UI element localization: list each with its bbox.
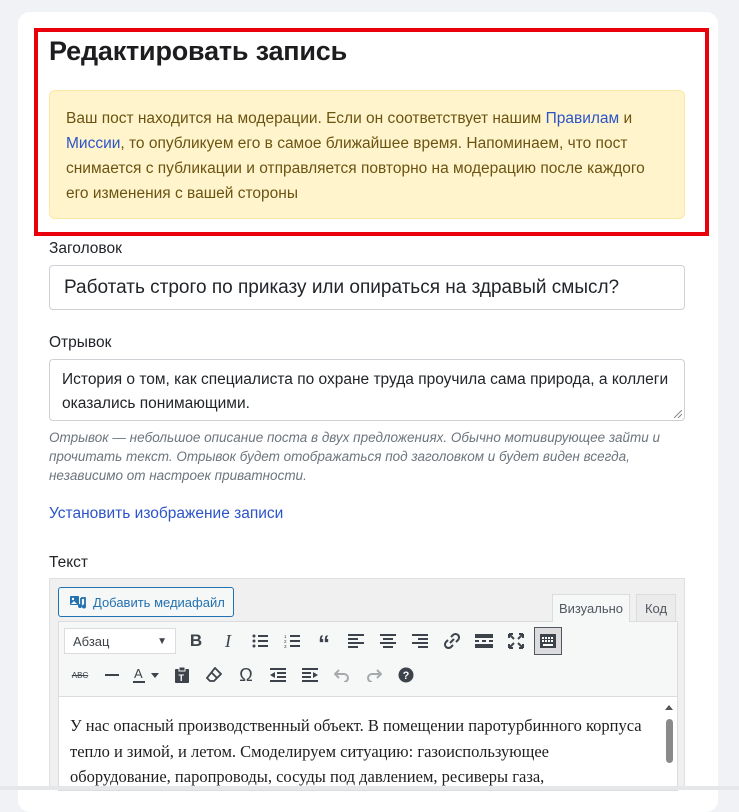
horizontal-line-icon[interactable] [96, 661, 128, 689]
indent-icon[interactable] [294, 661, 326, 689]
scroll-up-arrow-icon[interactable] [665, 705, 673, 710]
align-right-icon[interactable] [404, 627, 436, 655]
help-icon[interactable]: ? [390, 661, 422, 689]
outdent-icon[interactable] [262, 661, 294, 689]
alert-text: , то опубликуем его в самое ближайшее вр… [66, 135, 645, 202]
tab-code[interactable]: Код [636, 594, 676, 621]
text-label: Текст [49, 554, 89, 571]
svg-text:A: A [134, 666, 143, 681]
mission-link[interactable]: Миссии [66, 135, 120, 152]
add-media-button[interactable]: Добавить медиафайл [58, 587, 234, 617]
resize-grip-icon[interactable] [674, 410, 682, 418]
format-select[interactable]: Абзац ▼ [64, 628, 176, 654]
alert-text: и [619, 110, 633, 127]
svg-text:?: ? [403, 670, 410, 682]
svg-text:3: 3 [284, 644, 287, 648]
align-center-icon[interactable] [372, 627, 404, 655]
excerpt-text: История о том, как специалиста по охране… [62, 371, 669, 412]
svg-text:T: T [179, 673, 185, 683]
bullet-list-icon[interactable] [244, 627, 276, 655]
tab-visual[interactable]: Визуально [552, 594, 630, 622]
title-input[interactable]: Работать строго по приказу или опираться… [49, 265, 685, 310]
italic-icon[interactable]: I [212, 627, 244, 655]
set-featured-image-link[interactable]: Установить изображение записи [49, 505, 283, 523]
add-media-label: Добавить медиафайл [93, 594, 225, 610]
redo-icon[interactable] [358, 661, 390, 689]
editor-scrollbar[interactable] [664, 701, 674, 790]
special-character-icon[interactable]: Ω [230, 661, 262, 689]
paste-text-icon[interactable]: T [166, 661, 198, 689]
undo-icon[interactable] [326, 661, 358, 689]
alert-text: Ваш пост находится на модерации. Если он… [66, 110, 546, 127]
chevron-down-icon: ▼ [157, 635, 167, 647]
scroll-thumb[interactable] [666, 719, 673, 763]
editor-text: У нас опасный производственный объект. В… [70, 716, 642, 786]
text-editor: Добавить медиафайл Визуально Код Абзац ▼… [49, 578, 685, 791]
excerpt-textarea[interactable]: История о том, как специалиста по охране… [49, 359, 685, 421]
editor-toolbar: Абзац ▼ B I 123 “ ABC A T Ω ? [58, 621, 678, 697]
clear-formatting-icon[interactable] [198, 661, 230, 689]
format-select-value: Абзац [73, 633, 110, 649]
link-icon[interactable] [436, 627, 468, 655]
text-color-icon[interactable]: A [128, 661, 166, 689]
blockquote-icon[interactable]: “ [308, 627, 340, 658]
excerpt-hint: Отрывок — небольшое описание поста в дву… [49, 430, 661, 483]
page-title: Редактировать запись [49, 36, 348, 66]
read-more-icon[interactable] [468, 627, 500, 655]
strikethrough-icon[interactable]: ABC [64, 661, 96, 689]
editor-content[interactable]: У нас опасный производственный объект. В… [58, 697, 678, 791]
media-icon [70, 596, 86, 609]
align-left-icon[interactable] [340, 627, 372, 655]
toolbar-toggle-icon[interactable] [534, 627, 562, 655]
fullscreen-icon[interactable] [500, 627, 532, 655]
rules-link[interactable]: Правилам [546, 110, 620, 127]
title-label: Заголовок [49, 240, 122, 257]
bottom-edge [0, 786, 739, 790]
numbered-list-icon[interactable]: 123 [276, 627, 308, 655]
bold-icon[interactable]: B [180, 627, 212, 655]
moderation-alert: Ваш пост находится на модерации. Если он… [49, 90, 685, 219]
excerpt-label: Отрывок [49, 334, 112, 351]
